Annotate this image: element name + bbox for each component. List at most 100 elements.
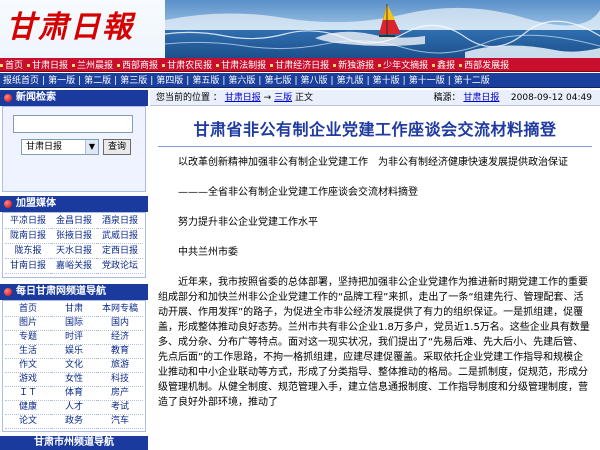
media-link[interactable]: 甘南日报 xyxy=(5,260,51,274)
channel-nav-link[interactable]: 旅游 xyxy=(97,359,143,373)
channel-nav-link[interactable]: 文化 xyxy=(51,359,97,373)
media-link[interactable]: 天水日报 xyxy=(51,245,97,259)
edition-link[interactable]: 报纸首页 xyxy=(0,74,42,87)
edition-nav-bar: 报纸首页 | 第一版 | 第二版 | 第三版 | 第四版 | 第五版 | 第六版 | 第七版 | 第八版 | 第九版… xyxy=(0,73,600,88)
channel-nav-link[interactable]: 经济 xyxy=(97,331,143,345)
edition-link[interactable]: 第十一版 xyxy=(406,74,448,87)
channel-link[interactable]: 首页 xyxy=(0,59,27,71)
edition-link[interactable]: 第一版 xyxy=(45,74,78,87)
channel-link[interactable]: 鑫报 xyxy=(432,59,459,71)
edition-link[interactable]: 第四版 xyxy=(153,74,186,87)
channel-links-grid: 首页 甘肃 本网专稿图片 国际 国内专题 时评 经济生活 娱乐 教育作文 文化 旅游游戏 女性 科技 ＩＴ… xyxy=(2,300,146,432)
source-link[interactable]: 甘肃日报 xyxy=(463,93,499,103)
media-link[interactable]: 陇东报 xyxy=(5,245,51,259)
channel-link[interactable]: 甘肃经济日报 xyxy=(270,59,333,71)
channel-link[interactable]: 甘肃法制报 xyxy=(216,59,270,71)
site-logo[interactable]: 甘肃日報 xyxy=(6,6,134,50)
edition-link[interactable]: 第十版 xyxy=(370,74,403,87)
channel-nav-title: 每日甘肃网频道导航 xyxy=(0,284,148,300)
channel-nav-link[interactable]: 国际 xyxy=(51,317,97,331)
media-panel: 加盟媒体 平凉日报 金昌日报 酒泉日报陇南日报 张掖日报 武威日报陇东报 天水日报 定西日报… xyxy=(0,196,148,278)
channel-nav-link[interactable]: 教育 xyxy=(97,345,143,359)
channel-nav-link[interactable]: 汽车 xyxy=(97,415,143,429)
bullet-icon xyxy=(4,94,12,102)
media-link[interactable]: 陇南日报 xyxy=(5,230,51,244)
bullet-icon xyxy=(4,288,12,296)
article-paragraph: 近年来，我市按照省委的总体部署，坚持把加强非公企业党建作为推进新时期党建工作的重… xyxy=(158,277,590,408)
media-link[interactable]: 武威日报 xyxy=(97,230,143,244)
source-label: 稿源： xyxy=(433,93,461,103)
left-sidebar: 新闻检索 甘肃日报 ▼ 查询 加盟媒体 平凉日报 金昌日报 酒泉日报陇南日报 张掖日报… xyxy=(0,90,148,450)
edition-link[interactable]: 第三版 xyxy=(117,74,150,87)
breadcrumb-current: 正文 xyxy=(294,93,313,103)
bullet-icon xyxy=(4,200,12,208)
location-label: 您当前的位置 ： xyxy=(156,93,222,103)
channel-nav-link[interactable]: 游戏 xyxy=(5,373,51,387)
channel-link[interactable]: 甘肃农民报 xyxy=(162,59,216,71)
channel-nav-link[interactable]: 科技 xyxy=(97,373,143,387)
media-link[interactable]: 平凉日报 xyxy=(5,215,51,229)
city-nav-title[interactable]: 甘肃市州频道导航 xyxy=(0,436,148,450)
search-button[interactable]: 查询 xyxy=(103,139,132,155)
media-link[interactable]: 嘉峪关报 xyxy=(51,260,97,274)
channel-nav-link[interactable]: 图片 xyxy=(5,317,51,331)
edition-link[interactable]: 第五版 xyxy=(189,74,222,87)
channel-nav-link[interactable]: 首页 xyxy=(5,303,51,317)
search-panel-title: 新闻检索 xyxy=(0,90,148,106)
channel-nav-link[interactable]: 国内 xyxy=(97,317,143,331)
channel-nav-link[interactable]: 生活 xyxy=(5,345,51,359)
edition-link[interactable]: 第八版 xyxy=(298,74,331,87)
channel-nav-link[interactable]: 人才 xyxy=(51,401,97,415)
edition-link[interactable]: 第十二版 xyxy=(451,74,493,87)
channel-nav-link[interactable]: 本网专稿 xyxy=(97,303,143,317)
channel-nav-bar: 首页 甘肃日报 兰州晨报 西部商报 甘肃农民报 甘肃法制报 甘肃经济日报 新独游报 少年文摘报鑫… xyxy=(0,58,600,72)
channel-nav-link[interactable]: 时评 xyxy=(51,331,97,345)
breadcrumb-link-paper[interactable]: 甘肃日报 xyxy=(225,93,261,103)
channel-link[interactable]: 甘肃日报 xyxy=(27,59,72,71)
channel-link[interactable]: 少年文摘报 xyxy=(378,59,432,71)
media-link[interactable]: 酒泉日报 xyxy=(97,215,143,229)
source-info: 稿源： 甘肃日报 2008-09-12 04:49 xyxy=(434,90,592,106)
media-link[interactable]: 张掖日报 xyxy=(51,230,97,244)
channel-nav-link[interactable]: 政务 xyxy=(51,415,97,429)
edition-link[interactable]: 第九版 xyxy=(334,74,367,87)
channel-link[interactable]: 新独游报 xyxy=(333,59,378,71)
channel-nav-link[interactable]: 甘肃 xyxy=(51,303,97,317)
breadcrumb: 您当前的位置 ： 甘肃日报 → 三版 正文 稿源： 甘肃日报 2008-09-1… xyxy=(150,90,600,106)
article-paragraph: 中共兰州市委 xyxy=(178,247,238,258)
edition-link[interactable]: 第七版 xyxy=(261,74,294,87)
breadcrumb-link-edition[interactable]: 三版 xyxy=(274,93,292,103)
channel-nav-link[interactable]: 健康 xyxy=(5,401,51,415)
channel-link[interactable]: 西部商报 xyxy=(117,59,162,71)
chevron-down-icon[interactable]: ▼ xyxy=(85,140,98,154)
article-headline: 甘肃省非公有制企业党建工作座谈会交流材料摘登 xyxy=(193,120,557,139)
breadcrumb-sep: → xyxy=(263,93,272,103)
media-links-grid: 平凉日报 金昌日报 酒泉日报陇南日报 张掖日报 武威日报陇东报 天水日报 定西日报甘南日报嘉… xyxy=(2,212,146,278)
article-body: 以改革创新精神加强非公有制企业党建工作 为非公有制经济健康快速发展提供政治保证 … xyxy=(150,147,600,410)
article-paragraph: ———全省非公有制企业党建工作座谈会交流材料摘登 xyxy=(178,187,418,198)
main-content: 您当前的位置 ： 甘肃日报 → 三版 正文 稿源： 甘肃日报 2008-09-1… xyxy=(150,90,600,428)
channel-nav-link[interactable]: 房产 xyxy=(97,387,143,401)
channel-link[interactable]: 兰州晨报 xyxy=(72,59,117,71)
channel-nav-link[interactable]: 体育 xyxy=(51,387,97,401)
channel-nav-link[interactable]: 考试 xyxy=(97,401,143,415)
search-input[interactable] xyxy=(13,115,133,133)
edition-link[interactable]: 第二版 xyxy=(81,74,114,87)
media-link[interactable]: 金昌日报 xyxy=(51,215,97,229)
site-banner: 甘肃日報 xyxy=(0,0,600,58)
channel-nav-link[interactable]: ＩＴ xyxy=(5,387,51,401)
paper-select[interactable]: 甘肃日报 ▼ xyxy=(21,139,99,155)
channel-nav-panel: 每日甘肃网频道导航 首页 甘肃 本网专稿图片 国际 国内专题 时评 经济生活 娱乐 教育作文 文化… xyxy=(0,284,148,450)
channel-nav-link[interactable]: 作文 xyxy=(5,359,51,373)
channel-nav-link[interactable]: 娱乐 xyxy=(51,345,97,359)
media-panel-title: 加盟媒体 xyxy=(0,196,148,212)
channel-nav-link[interactable]: 论文 xyxy=(5,415,51,429)
media-link[interactable]: 定西日报 xyxy=(97,245,143,259)
channel-nav-link[interactable]: 专题 xyxy=(5,331,51,345)
media-link[interactable]: 党政论坛 xyxy=(97,260,143,274)
channel-nav-link[interactable]: 女性 xyxy=(51,373,97,387)
search-panel: 甘肃日报 ▼ 查询 xyxy=(2,106,146,192)
article-paragraph: 努力提升非公企业党建工作水平 xyxy=(178,217,318,228)
edition-link[interactable]: 第六版 xyxy=(225,74,258,87)
channel-link[interactable]: 西部发展报 xyxy=(459,59,513,71)
